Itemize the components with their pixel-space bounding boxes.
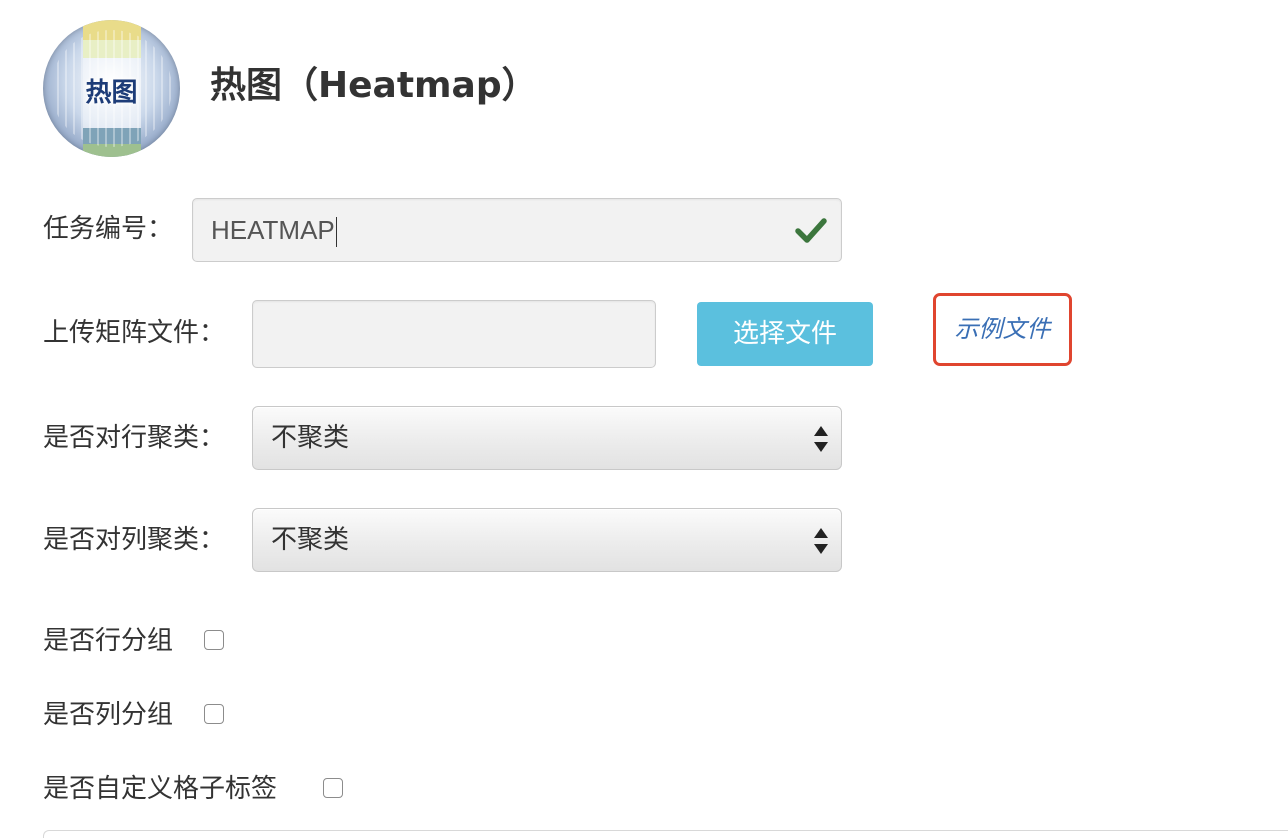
heatmap-form-page: 热图 热图（Heatmap） 任务编号： HEATMAP 上传矩阵文件： 选择文… [0, 0, 1288, 838]
example-file-link[interactable]: 示例文件 [936, 296, 1069, 363]
task-id-label: 任务编号： [43, 214, 174, 244]
row-cluster-selected: 不聚类 [271, 423, 350, 453]
col-group-checkbox[interactable] [204, 704, 224, 724]
page-title: 热图（Heatmap） [210, 65, 538, 106]
example-file-highlight: 示例文件 [933, 293, 1072, 366]
custom-cell-labels-checkbox[interactable] [323, 778, 343, 798]
heatmap-logo: 热图 [43, 20, 180, 157]
logo-text: 热图 [85, 78, 138, 108]
select-arrows-icon [814, 426, 828, 452]
row-group-label: 是否行分组 [43, 626, 174, 656]
matrix-file-field[interactable] [252, 300, 656, 368]
task-id-input[interactable]: HEATMAP [192, 198, 842, 262]
row-cluster-label: 是否对行聚类： [43, 423, 226, 453]
upload-matrix-label: 上传矩阵文件： [43, 318, 226, 348]
text-caret [335, 217, 337, 248]
row-cluster-select[interactable]: 不聚类 [252, 406, 842, 470]
choose-file-button[interactable]: 选择文件 [697, 302, 873, 366]
col-cluster-select[interactable]: 不聚类 [252, 508, 842, 572]
col-cluster-selected: 不聚类 [271, 525, 350, 555]
row-group-checkbox[interactable] [204, 630, 224, 650]
check-icon [795, 218, 827, 243]
next-field-edge [43, 830, 1288, 838]
custom-cell-labels-label: 是否自定义格子标签 [43, 774, 278, 804]
task-id-value: HEATMAP [211, 199, 337, 261]
col-cluster-label: 是否对列聚类： [43, 525, 226, 555]
col-group-label: 是否列分组 [43, 700, 174, 730]
select-arrows-icon [814, 528, 828, 554]
